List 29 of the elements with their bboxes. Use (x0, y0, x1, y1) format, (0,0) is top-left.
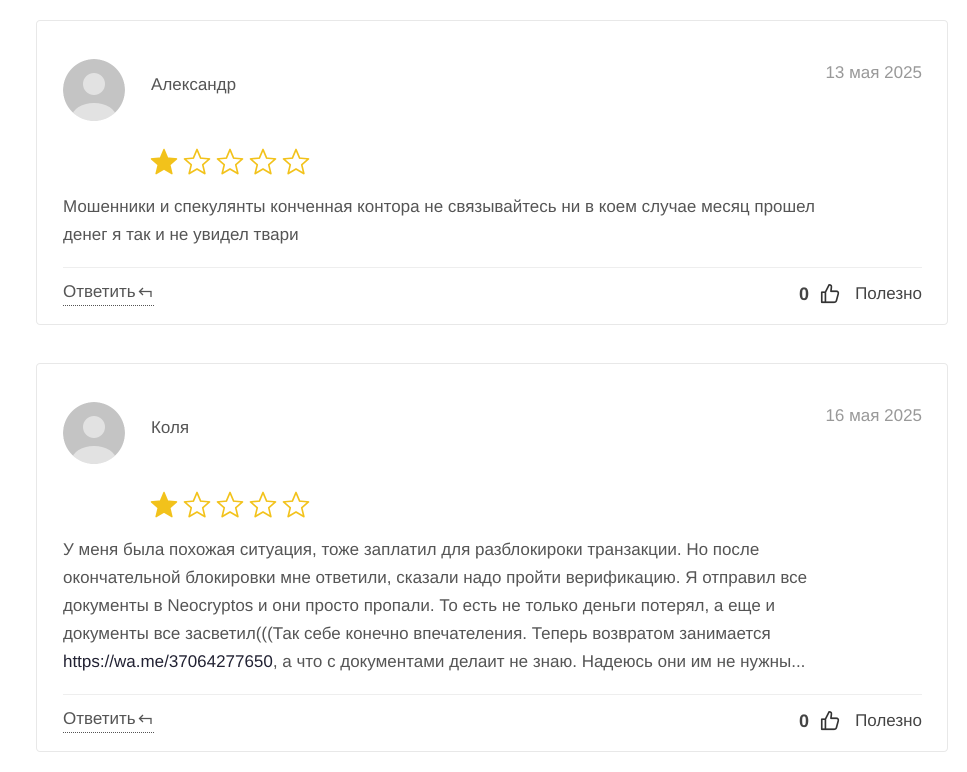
empty-star-icon (215, 490, 245, 520)
review-date: 16 мая 2025 (825, 406, 922, 426)
reply-arrow-icon (138, 713, 154, 725)
avatar-icon (63, 59, 125, 121)
empty-star-icon (182, 490, 212, 520)
contact-link[interactable]: https://wa.me/37064277650 (63, 652, 273, 671)
review-date: 13 мая 2025 (825, 63, 922, 83)
review-text: У меня была похожая ситуация, тоже заплатил для разблокироки транзакции. Но после окончательной блокировки мне ответили, сказали надо пройти верификацию. Я отправил все документы в Neocryptos и они просто пропали. То есть не только деньги потерял, а еще и документы все засветил(((Так себе конечно впечателения. Теперь возвратом занимается https://wa.me/37064277650, а что с документами делаит не знаю. Надеюсь они им не нужны... (63, 539, 808, 673)
reply-arrow-icon (138, 286, 154, 298)
empty-star-icon (248, 490, 278, 520)
avatar-icon (63, 402, 125, 464)
empty-star-icon (182, 147, 212, 177)
thumbs-up-icon[interactable] (819, 283, 842, 305)
empty-star-icon (248, 147, 278, 177)
like-count: 0 (799, 284, 810, 304)
filled-star-icon (149, 490, 179, 520)
empty-star-icon (281, 147, 311, 177)
useful-button[interactable]: Полезно (855, 284, 922, 304)
empty-star-icon (215, 147, 245, 177)
author-name: Коля (151, 418, 190, 438)
reply-link[interactable]: Ответить (63, 282, 154, 306)
filled-star-icon (149, 147, 179, 177)
like-count: 0 (799, 710, 810, 732)
useful-button[interactable]: Полезно (855, 711, 922, 731)
thumbs-up-icon[interactable] (819, 710, 842, 732)
empty-star-icon (281, 490, 311, 520)
reply-link[interactable]: Ответить (63, 709, 154, 733)
author-name: Александр (151, 75, 238, 95)
review-text: Мошенники и спекулянты конченная контора не связывайтесь ни в коем случае месяц прошел денег я так и не увидел твари (63, 196, 816, 246)
